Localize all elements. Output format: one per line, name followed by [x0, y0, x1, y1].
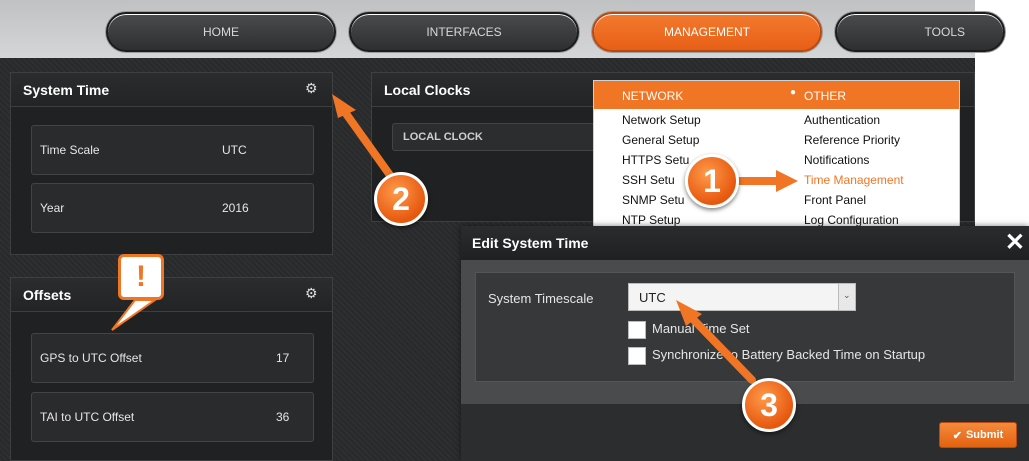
nav-management-label: MANAGEMENT [663, 25, 750, 39]
system-time-header: System Time [11, 73, 332, 107]
menu-time-management[interactable]: Time Management [804, 173, 904, 187]
tai-offset-row: TAI to UTC Offset 36 [31, 392, 314, 442]
local-clocks-title: Local Clocks [384, 82, 471, 98]
year-row: Year 2016 [31, 183, 314, 233]
manual-time-set-checkbox[interactable] [628, 321, 646, 339]
offsets-header: Offsets [11, 278, 332, 312]
year-value: 2016 [222, 201, 249, 215]
dropdown-header: NETWORK ● OTHER [594, 81, 959, 109]
bullet-icon: ● [790, 87, 797, 98]
year-label: Year [40, 201, 65, 215]
callout-three: 3 [742, 378, 796, 432]
local-clock-column-label: LOCAL CLOCK [403, 131, 483, 143]
timescale-select-value: UTC [639, 290, 666, 305]
callout-one: 1 [685, 154, 739, 208]
nav-management[interactable]: MANAGEMENT [592, 12, 822, 52]
menu-front-panel[interactable]: Front Panel [804, 193, 866, 207]
alert-bubble: ! [118, 254, 164, 300]
management-dropdown-menu: NETWORK ● OTHER Network Setup General Se… [593, 80, 960, 230]
sync-battery-time-checkbox[interactable] [628, 347, 646, 365]
gear-icon[interactable]: ⚙ [305, 81, 319, 95]
other-section-label[interactable]: OTHER [804, 89, 846, 103]
system-timescale-label: System Timescale [488, 291, 594, 306]
nav-interfaces-label: INTERFACES [426, 25, 502, 39]
menu-snmp-setup[interactable]: SNMP Setu [622, 193, 684, 207]
nav-home-label: HOME [203, 25, 239, 39]
menu-ntp-setup[interactable]: NTP Setup [622, 213, 680, 227]
system-time-title: System Time [23, 82, 110, 98]
nav-interfaces[interactable]: INTERFACES [349, 12, 579, 52]
close-icon[interactable]: ✕ [1005, 228, 1025, 257]
local-clock-column-header: LOCAL CLOCK [392, 123, 622, 151]
edit-system-time-dialog: Edit System Time ✕ System Timescale UTC … [461, 226, 1029, 461]
dialog-body: System Timescale UTC ⌄ Manual Time Set S… [475, 272, 1015, 382]
time-scale-label: Time Scale [40, 143, 100, 157]
menu-reference-priority[interactable]: Reference Priority [804, 133, 900, 147]
offsets-title: Offsets [23, 287, 72, 303]
time-scale-value: UTC [222, 143, 247, 157]
callout-two-label: 2 [392, 180, 410, 217]
submit-label: Submit [965, 429, 1004, 441]
menu-ssh-setup[interactable]: SSH Setu [622, 173, 675, 187]
nav-tools[interactable]: TOOLS [835, 12, 1005, 52]
callout-one-label: 1 [703, 162, 721, 199]
gear-icon[interactable]: ⚙ [305, 286, 319, 300]
sync-battery-time-label: Synchronize to Battery Backed Time on St… [652, 347, 926, 362]
offsets-panel: Offsets ⚙ GPS to UTC Offset 17 TAI to UT… [10, 277, 333, 461]
top-navigation-bar: HOME INTERFACES MANAGEMENT TOOLS [0, 0, 1005, 58]
gps-offset-row: GPS to UTC Offset 17 [31, 333, 314, 383]
dialog-header: Edit System Time [461, 226, 1029, 260]
check-icon: ✔ [952, 429, 962, 442]
chevron-down-icon[interactable]: ⌄ [838, 284, 855, 310]
nav-home[interactable]: HOME [106, 12, 336, 52]
tai-offset-label: TAI to UTC Offset [40, 410, 135, 424]
menu-log-configuration[interactable]: Log Configuration [804, 213, 899, 227]
timescale-select[interactable]: UTC ⌄ [628, 283, 856, 311]
menu-general-setup[interactable]: General Setup [622, 133, 699, 147]
tai-offset-value: 36 [276, 410, 290, 424]
menu-authentication[interactable]: Authentication [804, 113, 880, 127]
network-section-label[interactable]: NETWORK [622, 89, 683, 103]
callout-two: 2 [374, 172, 428, 226]
gps-offset-value: 17 [276, 351, 290, 365]
alert-bubble-label: ! [136, 260, 146, 293]
time-scale-row: Time Scale UTC [31, 125, 314, 175]
nav-tools-label: TOOLS [924, 25, 965, 39]
dialog-title: Edit System Time [472, 235, 589, 251]
menu-https-setup[interactable]: HTTPS Setu [622, 153, 689, 167]
menu-notifications[interactable]: Notifications [804, 153, 869, 167]
menu-network-setup[interactable]: Network Setup [622, 113, 701, 127]
callout-three-label: 3 [760, 386, 778, 423]
system-time-panel: System Time ⚙ Time Scale UTC Year 2016 [10, 72, 333, 255]
gps-offset-label: GPS to UTC Offset [40, 351, 142, 365]
submit-button[interactable]: ✔ Submit [939, 422, 1017, 448]
manual-time-set-label: Manual Time Set [652, 321, 750, 336]
